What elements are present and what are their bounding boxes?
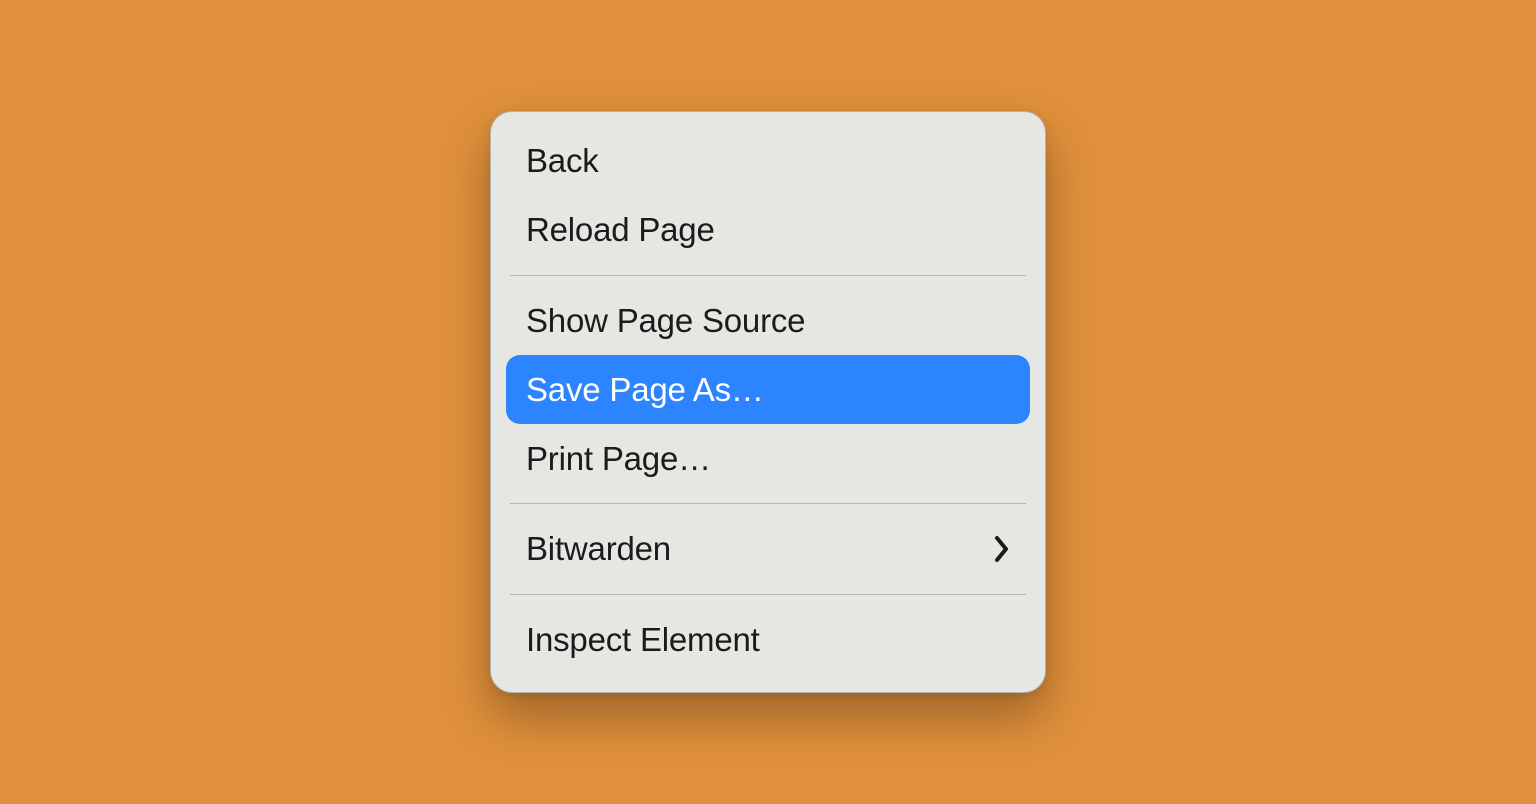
- menu-item-back[interactable]: Back: [506, 126, 1030, 195]
- menu-item-label: Inspect Element: [526, 619, 760, 660]
- chevron-right-icon: [994, 535, 1010, 563]
- menu-item-show-page-source[interactable]: Show Page Source: [506, 286, 1030, 355]
- context-menu[interactable]: Back Reload Page Show Page Source Save P…: [490, 111, 1046, 693]
- menu-item-bitwarden[interactable]: Bitwarden: [506, 514, 1030, 583]
- menu-separator: [510, 275, 1026, 276]
- menu-item-label: Bitwarden: [526, 528, 671, 569]
- menu-item-label: Show Page Source: [526, 300, 805, 341]
- menu-item-label: Save Page As…: [526, 369, 764, 410]
- menu-item-label: Back: [526, 140, 599, 181]
- menu-item-save-page-as[interactable]: Save Page As…: [506, 355, 1030, 424]
- menu-item-inspect-element[interactable]: Inspect Element: [506, 605, 1030, 674]
- menu-item-label: Print Page…: [526, 438, 711, 479]
- menu-separator: [510, 503, 1026, 504]
- menu-item-reload-page[interactable]: Reload Page: [506, 195, 1030, 264]
- menu-separator: [510, 594, 1026, 595]
- menu-item-label: Reload Page: [526, 209, 715, 250]
- menu-item-print-page[interactable]: Print Page…: [506, 424, 1030, 493]
